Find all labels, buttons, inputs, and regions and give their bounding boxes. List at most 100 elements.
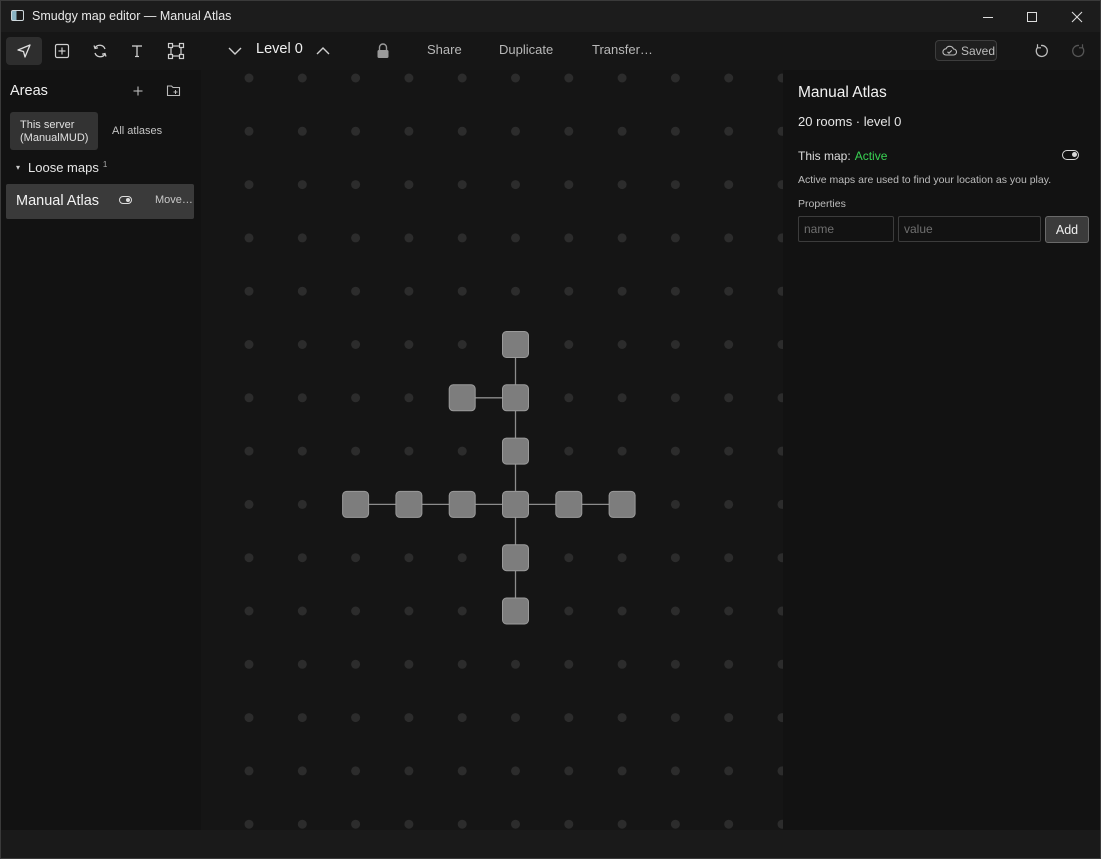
chevron-down-icon [228, 47, 242, 55]
loose-maps-group[interactable]: ▾ Loose maps 1 [16, 160, 107, 175]
map-room[interactable] [342, 490, 370, 518]
level-down-button[interactable] [218, 37, 252, 65]
text-T-icon [132, 45, 142, 58]
grid-dot [724, 126, 734, 136]
grid-dot [617, 553, 627, 563]
map-room[interactable] [502, 544, 529, 572]
grid-dot [404, 819, 414, 829]
duplicate-button[interactable]: Duplicate [499, 42, 553, 57]
map-grid[interactable] [201, 70, 787, 830]
text-tool-button[interactable] [119, 37, 155, 65]
grid-dot [564, 766, 574, 776]
map-room[interactable] [555, 490, 583, 518]
map-room[interactable] [448, 384, 476, 412]
grid-dot [564, 393, 574, 403]
map-room[interactable] [502, 437, 529, 465]
redo-button[interactable] [1061, 37, 1097, 65]
grid-dot [564, 659, 574, 669]
grid-dot [724, 340, 734, 349]
grid-dot [670, 180, 680, 190]
grid-dot [564, 286, 574, 296]
grid-dot [297, 553, 307, 563]
minimize-button[interactable] [965, 1, 1011, 32]
grid-dot [297, 446, 307, 456]
map-canvas[interactable] [201, 70, 787, 830]
grid-dot [670, 233, 680, 243]
grid-dot [351, 606, 361, 616]
grid-dot [351, 819, 361, 829]
map-room[interactable] [502, 490, 529, 518]
add-area-button[interactable] [132, 82, 144, 101]
app-window: Smudgy map editor — Manual Atlas Level 0… [0, 0, 1101, 859]
move-map-button[interactable]: Move… [155, 194, 193, 206]
grid-dot [404, 180, 414, 190]
grid-dot [617, 340, 627, 349]
select-tool-button[interactable] [6, 37, 42, 65]
grid-dot [564, 553, 574, 563]
grid-dot [404, 553, 414, 563]
grid-dot [617, 446, 627, 456]
map-room[interactable] [502, 597, 529, 625]
grid-dot [297, 340, 307, 349]
map-active-toggle-icon[interactable] [119, 196, 132, 204]
grid-dot [457, 659, 467, 669]
level-up-button[interactable] [306, 37, 340, 65]
grid-dot [617, 286, 627, 296]
grid-dot [351, 766, 361, 776]
add-property-button[interactable]: Add [1045, 216, 1089, 243]
map-room[interactable] [395, 490, 423, 518]
grid-dot [511, 659, 520, 669]
add-room-tool-button[interactable] [44, 37, 80, 65]
toolbar: Level 0 Share Duplicate Transfer… Saved [1, 32, 1100, 70]
grid-dot [724, 606, 734, 616]
saved-label: Saved [961, 43, 996, 58]
tab-all-atlases[interactable]: All atlases [112, 125, 162, 137]
grid-dot [457, 340, 467, 349]
grid-dot [244, 659, 254, 669]
grid-dot [511, 286, 520, 296]
minimize-icon [983, 16, 993, 18]
redo-icon [1072, 44, 1085, 58]
map-room[interactable] [502, 331, 529, 358]
grid-dot [244, 606, 254, 616]
cycle-tool-button[interactable] [82, 37, 118, 65]
map-item-manual-atlas[interactable]: Manual Atlas Move… [6, 184, 194, 219]
active-toggle[interactable] [1062, 150, 1079, 160]
tab-this-server[interactable]: This server (ManualMUD) [10, 112, 98, 150]
share-button[interactable]: Share [427, 42, 462, 57]
grid-dot [404, 446, 414, 456]
grid-dot [564, 446, 574, 456]
grid-dot [564, 126, 574, 136]
grid-dot [511, 180, 520, 190]
grid-dot [457, 180, 467, 190]
properties-label: Properties [798, 198, 846, 210]
maximize-button[interactable] [1009, 1, 1055, 32]
plus-icon [133, 86, 143, 96]
grid-dot [670, 553, 680, 563]
map-status-row: This map: Active [798, 149, 887, 163]
close-icon [1071, 11, 1083, 22]
loose-maps-label: Loose maps [28, 160, 99, 175]
area-select-tool-button[interactable] [158, 37, 194, 65]
grid-dot [670, 766, 680, 776]
map-room[interactable] [448, 490, 476, 518]
map-room[interactable] [608, 490, 636, 518]
grid-dot [297, 126, 307, 136]
new-folder-button[interactable] [166, 82, 181, 101]
close-button[interactable] [1054, 1, 1100, 32]
cloud-check-icon [942, 45, 957, 56]
undo-button[interactable] [1023, 37, 1059, 65]
property-name-input[interactable] [798, 216, 894, 242]
grid-dot [670, 286, 680, 296]
grid-dot [617, 659, 627, 669]
map-room[interactable] [502, 384, 529, 412]
transfer-button[interactable]: Transfer… [592, 42, 653, 57]
grid-dot [457, 126, 467, 136]
loose-maps-count: 1 [102, 160, 108, 169]
lock-button[interactable] [365, 37, 401, 65]
plus-square-icon [54, 43, 70, 59]
property-value-input[interactable] [898, 216, 1041, 242]
grid-dot [617, 713, 627, 723]
grid-dot [351, 126, 361, 136]
grid-dot [511, 713, 520, 723]
